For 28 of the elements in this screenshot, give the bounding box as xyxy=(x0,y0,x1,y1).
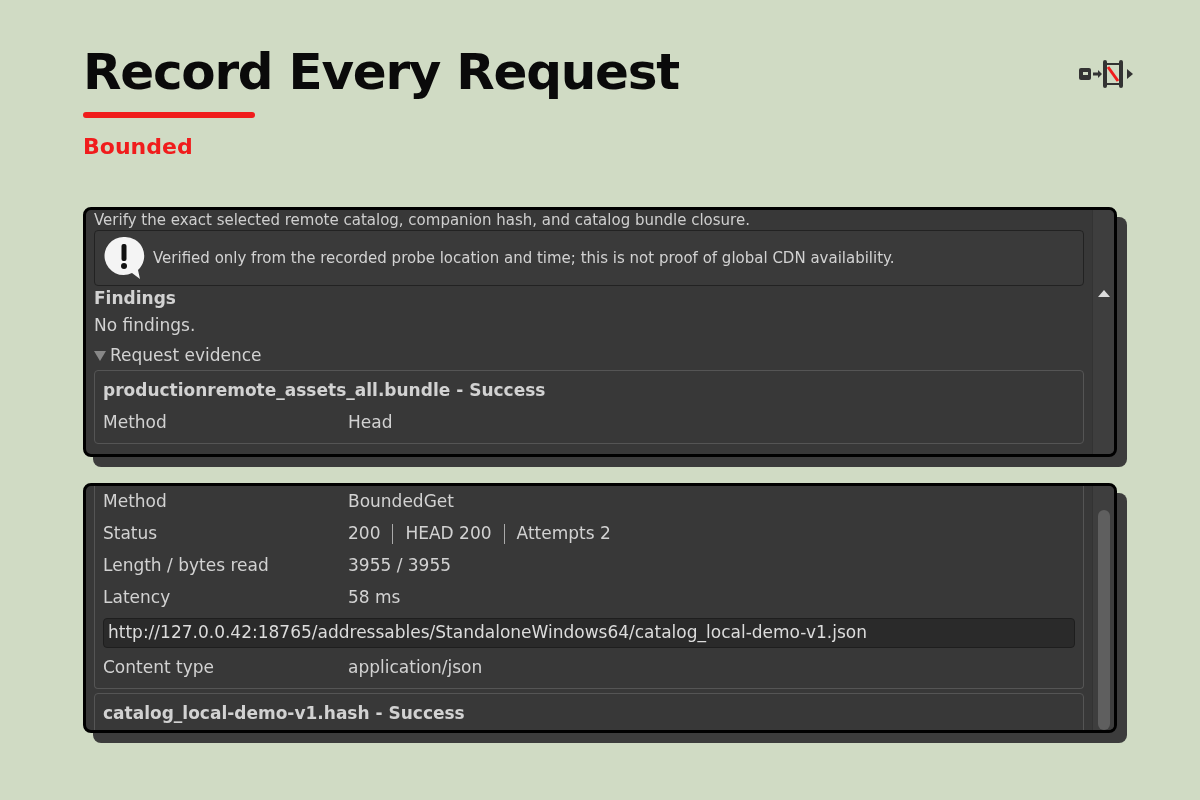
field-value: application/json xyxy=(348,655,483,679)
page-title: Record Every Request xyxy=(83,42,679,103)
intro-text: Verify the exact selected remote catalog, companion hash, and catalog bundle closure. xyxy=(94,210,751,230)
scrollbar[interactable] xyxy=(1092,486,1114,730)
exclamation-icon xyxy=(103,235,145,281)
scrollbar[interactable] xyxy=(1092,210,1114,454)
warning-text: Verified only from the recorded probe location and time; this is not proof of global CDN availability. xyxy=(153,247,895,269)
field-label: Latency xyxy=(103,586,172,610)
page-subtitle: Bounded xyxy=(83,133,194,161)
field-label: Method xyxy=(103,490,168,514)
card-title: catalog_local-demo-v1.hash - Success xyxy=(103,701,466,725)
field-label: Content type xyxy=(103,655,215,679)
field-value: BoundedGet xyxy=(348,490,454,514)
field-value: HEAD 200 xyxy=(405,522,492,546)
field-value: 58 ms xyxy=(348,586,401,610)
scroll-up-icon[interactable] xyxy=(1097,290,1110,297)
findings-heading: Findings xyxy=(94,287,177,310)
field-label: Method xyxy=(103,411,168,435)
field-value: Attempts 2 xyxy=(516,522,611,546)
field-value: 3955 / 3955 xyxy=(348,554,452,578)
field-label: Length / bytes read xyxy=(103,554,270,578)
scrollbar-thumb[interactable] xyxy=(1097,510,1110,730)
findings-text: No findings. xyxy=(94,314,197,338)
field-value: 200 xyxy=(348,522,381,546)
card-title: productionremote_assets_all.bundle - Success xyxy=(103,379,547,403)
url-field[interactable]: http://127.0.0.42:18765/addressables/StandaloneWindows64/catalog_local-demo-v1.json xyxy=(103,618,1075,648)
field-value: Head xyxy=(348,411,393,435)
field-label: Status xyxy=(103,522,159,546)
